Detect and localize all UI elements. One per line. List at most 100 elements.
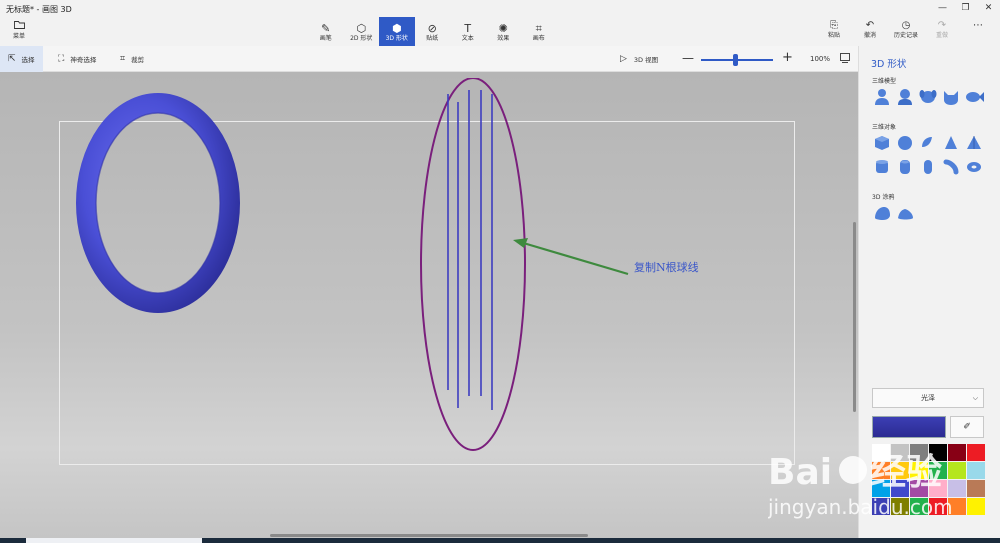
minimize-button[interactable]: — [931,0,954,16]
magic-select-label: 神奇选择 [70,56,97,64]
more-icon: ⋯ [973,20,983,31]
doodle-section-label: 3D 涂鸦 [872,194,895,201]
tool-label: 贴纸 [426,35,439,42]
man-model-icon[interactable] [872,88,895,106]
annotation-text: 复制N根球线 [634,261,699,274]
3d-torus-ring[interactable] [76,92,240,314]
eyedropper-icon: ✐ [963,422,971,432]
tool-label: 效果 [497,35,510,42]
horizontal-scrollbar[interactable] [270,534,588,537]
view-3d-toggle[interactable]: ▷ 3D 视图 [620,46,658,72]
undo-button[interactable]: ↶ 撤消 [852,19,888,40]
material-value: 光泽 [921,394,935,402]
capsule-shape-icon[interactable] [918,158,941,176]
tool-label: 2D 形状 [350,35,373,42]
title-bar: 无标题* - 画图 3D — ❐ ✕ 菜单 ✎ 画笔 ⬡ 2D 形状 ⬢ 3D … [0,0,1000,46]
canvas-icon: ⌗ [535,22,542,35]
select-tool[interactable]: ⇱ 选择 [0,46,43,72]
svg-text:jingyan.baidu.com: jingyan.baidu.com [768,495,953,519]
tool-effects[interactable]: ✺ 效果 [486,17,522,46]
magic-select-icon: ⛶ [58,54,65,64]
cat-model-icon[interactable] [941,88,964,106]
zoom-slider-thumb[interactable] [733,54,739,66]
magic-select-tool[interactable]: ⛶ 神奇选择 [50,46,104,72]
sphere-shape-icon[interactable] [895,134,918,152]
menu-label: 菜单 [12,33,25,40]
paste-icon: ⎘ [830,20,838,31]
view-3d-label: 3D 视图 [633,56,659,64]
woman-model-icon[interactable] [895,88,918,106]
cube-shape-icon[interactable] [872,134,895,152]
tool-3d-shapes[interactable]: ⬢ 3D 形状 [379,17,415,46]
crop-tool[interactable]: ⌗ 裁剪 [112,46,152,72]
close-button[interactable]: ✕ [977,0,1000,16]
maximize-button[interactable]: ❐ [954,0,977,16]
tool-canvas[interactable]: ⌗ 画布 [521,17,557,46]
redo-icon: ↷ [937,20,947,31]
fit-to-window-icon[interactable] [840,53,850,66]
cube-icon: ⬢ [391,22,402,35]
dog-model-icon[interactable] [918,88,941,106]
folder-icon [6,20,32,33]
action-toolbar: ⎘ 粘贴 ↶ 撤消 ◷ 历史记录 ↷ 重做 ⋯ [816,19,996,40]
tool-stickers[interactable]: ⊘ 贴纸 [415,17,451,46]
canvas-area[interactable]: 复制N根球线 [0,72,858,543]
tool-text[interactable]: T 文本 [450,17,486,46]
chevron-down-icon: ⌵ [972,394,978,402]
sharp-doodle-icon[interactable] [872,204,895,222]
bent-tube-shape-icon[interactable] [941,158,964,176]
highlight-ellipse [420,78,526,451]
menu-button[interactable]: 菜单 [6,20,32,44]
history-button[interactable]: ◷ 历史记录 [888,19,924,40]
effects-icon: ✺ [498,22,508,35]
baidu-watermark-logo: Bai 经验 jingyan.baidu.com [768,452,953,519]
svg-text:经验: 经验 [870,452,942,493]
zoom-in-button[interactable]: + [782,51,793,64]
eyedropper-button[interactable]: ✐ [950,416,984,438]
fish-model-icon[interactable] [964,88,987,106]
objects-row-2 [872,158,987,176]
pyramid-shape-icon[interactable] [964,134,987,152]
tool-brushes[interactable]: ✎ 画笔 [308,17,344,46]
shapes2d-icon: ⬡ [356,22,367,35]
svg-text:Bai: Bai [768,452,832,493]
paste-button[interactable]: ⎘ 粘贴 [816,19,852,40]
material-dropdown[interactable]: 光泽 ⌵ [872,388,984,408]
vertical-scrollbar[interactable] [853,222,856,412]
sticker-icon: ⊘ [427,22,437,35]
zoom-out-button[interactable]: — [682,52,694,64]
taskbar-segment [26,538,202,543]
redo-button[interactable]: ↷ 重做 [924,19,960,40]
annotation-arrow [519,240,629,276]
action-label: 粘贴 [827,32,840,39]
models-section-label: 三维模型 [872,78,897,85]
action-label: 重做 [935,32,948,39]
cone-shape-icon[interactable] [941,134,964,152]
hemisphere-shape-icon[interactable] [918,134,941,152]
history-icon: ◷ [901,20,911,31]
select-label: 选择 [21,56,35,64]
objects-section-label: 三维对象 [872,124,897,131]
panel-title: 3D 形状 [871,59,907,70]
doodle-row [872,204,918,222]
tool-label: 画笔 [319,35,332,42]
tool-label: 画布 [532,35,545,42]
donut-shape-icon[interactable] [964,158,987,176]
action-label: 历史记录 [893,32,918,39]
tool-2d-shapes[interactable]: ⬡ 2D 形状 [344,17,380,46]
tube-shape-icon[interactable] [895,158,918,176]
soft-doodle-icon[interactable] [895,204,918,222]
tool-label: 文本 [461,35,474,42]
cursor-icon: ⇱ [8,54,16,64]
sub-toolbar: ⇱ 选择 ⛶ 神奇选择 ⌗ 裁剪 ▷ 3D 视图 — + 100% [0,46,858,72]
more-button[interactable]: ⋯ [960,19,996,40]
selected-color-swatch[interactable] [872,416,946,438]
text-icon: T [464,22,472,35]
brush-icon: ✎ [321,22,331,35]
cylinder-shape-icon[interactable] [872,158,895,176]
window-title: 无标题* - 画图 3D [6,5,72,14]
zoom-level: 100% [810,55,831,63]
taskbar-strip [0,538,1000,543]
tool-label: 3D 形状 [385,35,408,42]
undo-icon: ↶ [865,20,875,31]
